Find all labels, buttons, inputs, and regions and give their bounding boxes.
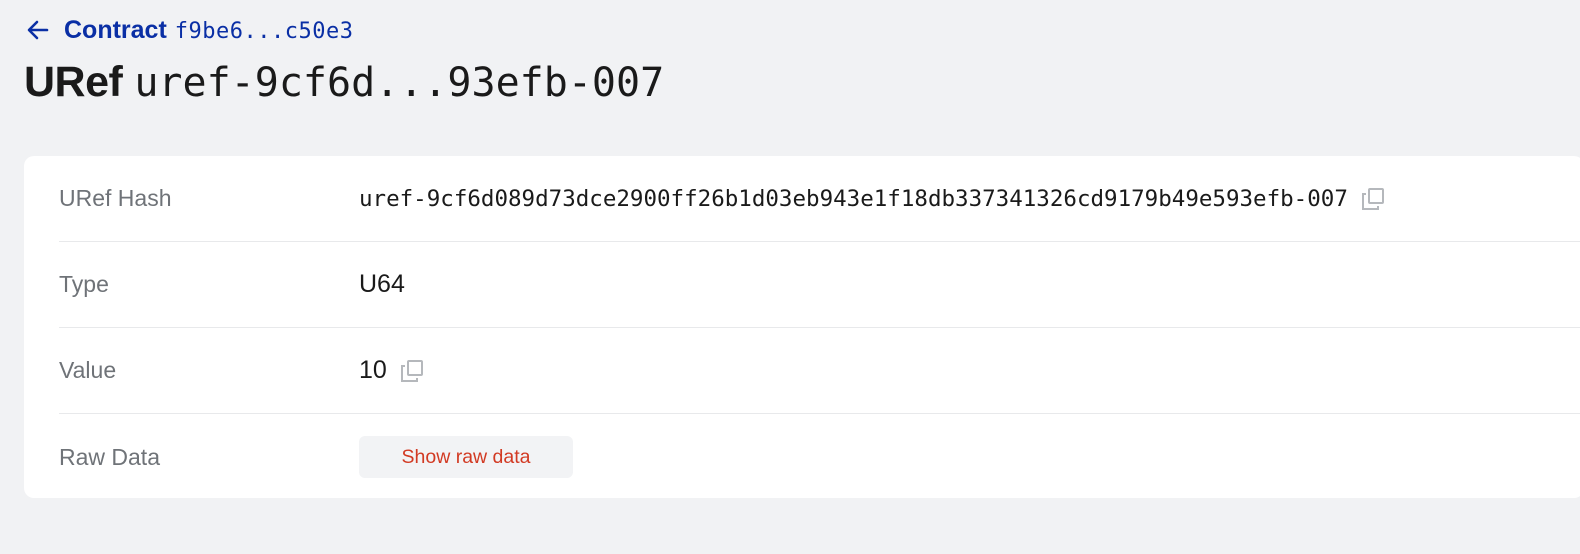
copy-icon[interactable] bbox=[1360, 186, 1386, 212]
back-link-hash: f9be6...c50e3 bbox=[174, 18, 354, 44]
detail-value-container: U64 bbox=[359, 270, 405, 299]
detail-label: Raw Data bbox=[59, 443, 160, 470]
detail-row-type: Type U64 bbox=[59, 242, 1580, 328]
detail-value-container: uref-9cf6d089d73dce2900ff26b1d03eb943e1f… bbox=[359, 186, 1386, 212]
back-to-contract-link[interactable]: Contract f9be6...c50e3 bbox=[26, 14, 353, 46]
detail-value-container: Show raw data bbox=[359, 436, 573, 478]
arrow-left-icon bbox=[26, 18, 50, 42]
value-value: 10 bbox=[359, 356, 387, 384]
uref-details-card: URef Hash uref-9cf6d089d73dce2900ff26b1d… bbox=[24, 156, 1580, 498]
show-raw-data-button[interactable]: Show raw data bbox=[359, 436, 573, 478]
page-title-label: URef bbox=[24, 58, 123, 106]
detail-label: URef Hash bbox=[59, 185, 172, 211]
page-title-hash: uref-9cf6d...93efb-007 bbox=[134, 60, 665, 106]
detail-label: Type bbox=[59, 271, 109, 297]
detail-label: Value bbox=[59, 357, 117, 383]
copy-icon[interactable] bbox=[399, 358, 425, 384]
detail-row-uref-hash: URef Hash uref-9cf6d089d73dce2900ff26b1d… bbox=[59, 156, 1580, 242]
type-value: U64 bbox=[359, 270, 405, 298]
page-title: URef uref-9cf6d...93efb-007 bbox=[24, 58, 664, 107]
detail-value-container: 10 bbox=[359, 356, 425, 385]
detail-row-value: Value 10 bbox=[59, 328, 1580, 414]
uref-hash-value: uref-9cf6d089d73dce2900ff26b1d03eb943e1f… bbox=[359, 185, 1348, 212]
back-link-text: Contract f9be6...c50e3 bbox=[64, 16, 353, 45]
back-link-label: Contract bbox=[64, 15, 167, 44]
detail-row-raw-data: Raw Data Show raw data bbox=[59, 414, 1580, 500]
